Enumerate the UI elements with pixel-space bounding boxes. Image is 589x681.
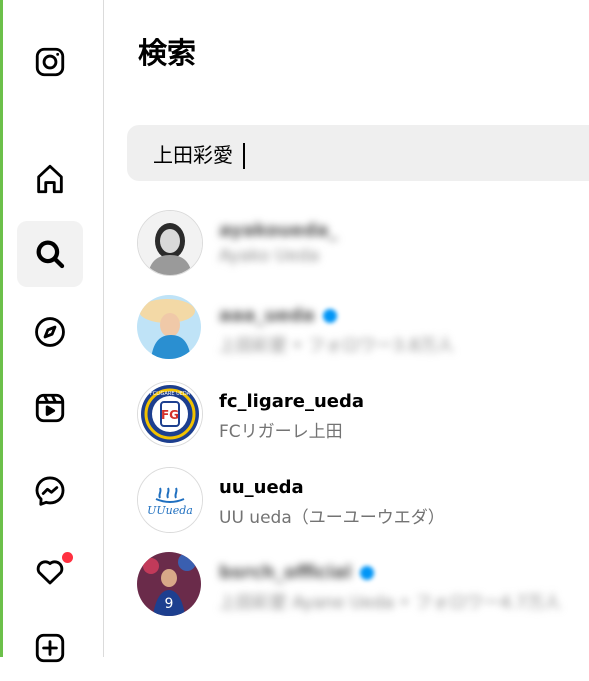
result-username: fc_ligare_ueda bbox=[219, 391, 365, 412]
sidebar bbox=[3, 0, 104, 663]
create-plus-icon[interactable] bbox=[17, 615, 83, 681]
avatar: 9 bbox=[137, 552, 201, 616]
page-title: 検索 bbox=[138, 36, 197, 70]
reels-icon[interactable] bbox=[17, 375, 83, 441]
search-result[interactable]: ayakoueda_ Ayako Ueda bbox=[137, 210, 589, 276]
avatar bbox=[137, 210, 203, 276]
svg-text:FG: FG bbox=[161, 408, 179, 422]
instagram-logo-icon[interactable] bbox=[17, 29, 83, 95]
result-fullname: FCリガーレ上田 bbox=[219, 422, 343, 442]
notification-badge bbox=[62, 552, 73, 563]
result-fullname: 上田彩愛 • フォロワー3.8万人 bbox=[219, 336, 454, 356]
result-username: uu_ueda bbox=[219, 477, 304, 498]
home-icon[interactable] bbox=[17, 146, 83, 212]
svg-text:9: 9 bbox=[165, 596, 174, 612]
search-result[interactable]: UUueda uu_ueda UU ueda（ユーユーウエダ） bbox=[137, 467, 589, 533]
search-result[interactable]: 9 bsrch_official 上田彩愛 Ayane Ueda • フォロワー… bbox=[137, 552, 589, 618]
notifications-heart-icon[interactable] bbox=[17, 538, 83, 604]
avatar: UUueda bbox=[137, 467, 203, 533]
result-username: bsrch_official bbox=[219, 562, 352, 583]
explore-icon[interactable] bbox=[17, 299, 83, 365]
result-username-row: bsrch_official bbox=[219, 562, 374, 583]
search-result[interactable]: FG FCLIGARE UEDA fc_ligare_ueda FCリガーレ上田 bbox=[137, 381, 589, 447]
logo-text: FCLIGARE UEDA bbox=[150, 391, 191, 397]
messenger-icon[interactable] bbox=[17, 458, 83, 524]
avatar bbox=[137, 295, 201, 359]
verified-badge-icon bbox=[322, 309, 337, 323]
search-bar[interactable] bbox=[127, 125, 589, 181]
result-username: aaa_ueda bbox=[219, 305, 315, 326]
avatar: FG FCLIGARE UEDA bbox=[137, 381, 203, 447]
result-fullname: 上田彩愛 Ayane Ueda • フォロワー4.7万人 bbox=[219, 593, 561, 613]
result-fullname: UU ueda（ユーユーウエダ） bbox=[219, 508, 445, 528]
text-cursor bbox=[243, 143, 245, 169]
logo-text: UUueda bbox=[147, 504, 193, 517]
search-icon[interactable] bbox=[17, 221, 83, 287]
verified-badge-icon bbox=[359, 566, 374, 580]
search-result[interactable]: aaa_ueda 上田彩愛 • フォロワー3.8万人 bbox=[137, 295, 589, 361]
result-username-row: aaa_ueda bbox=[219, 305, 337, 326]
result-fullname: Ayako Ueda bbox=[219, 246, 320, 266]
result-username: ayakoueda_ bbox=[219, 220, 338, 241]
search-input[interactable] bbox=[151, 140, 555, 166]
